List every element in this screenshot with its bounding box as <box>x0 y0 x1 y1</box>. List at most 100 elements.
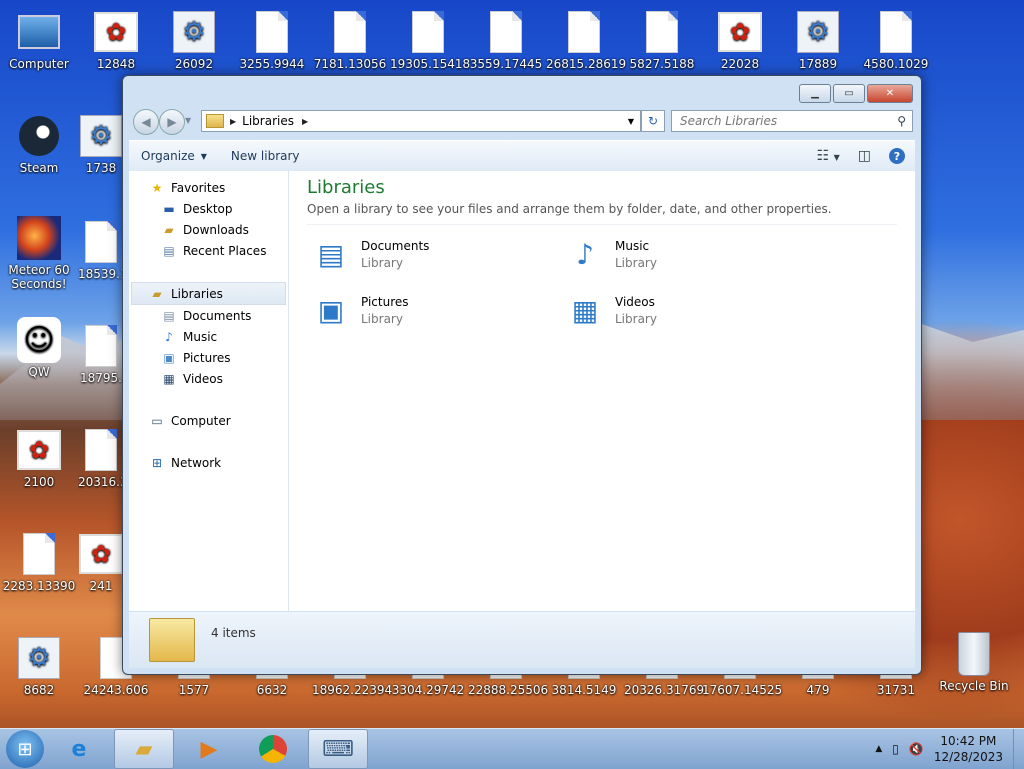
nav-videos[interactable]: ▦ Videos <box>129 368 288 389</box>
image-icon: ✿ <box>79 532 123 576</box>
change-view-button[interactable]: ☷ ▼ <box>817 148 840 164</box>
taskbar-media-player[interactable]: ▶ <box>180 730 238 768</box>
desktop-icon-label: 4580.1029 <box>863 57 929 71</box>
taskbar-windows-explorer[interactable]: ▰ <box>114 729 174 769</box>
maximize-button[interactable]: ▭ <box>833 84 865 103</box>
search-icon[interactable]: ⚲ <box>897 114 906 128</box>
nav-documents[interactable]: ▤ Documents <box>129 305 288 326</box>
desktop-icon-computer[interactable]: Computer <box>1 10 77 71</box>
back-button[interactable]: ◀ <box>133 109 159 135</box>
minimize-button[interactable]: ▁ <box>799 84 831 103</box>
clock-time: 10:42 PM <box>940 734 997 748</box>
settings-file-icon: ⚙ <box>172 10 216 54</box>
nav-music[interactable]: ♪ Music <box>129 326 288 347</box>
nav-recent-places[interactable]: ▤ Recent Places <box>129 240 288 261</box>
desktop-icon-12848[interactable]: ✿ 12848 <box>78 10 154 71</box>
desktop-icon-18539[interactable]: 18539.1 <box>78 220 124 281</box>
search-input[interactable] <box>678 113 892 129</box>
desktop-icon-label: 3255.9944 <box>239 57 305 71</box>
desktop-icon-label: 18795. <box>80 371 122 385</box>
refresh-icon: ↻ <box>647 114 659 128</box>
desktop-icon-recycle-bin[interactable]: Recycle Bin <box>936 632 1012 693</box>
library-videos[interactable]: ▦ Videos Library <box>561 289 815 331</box>
desktop-icon-5827[interactable]: 5827.5188 <box>624 10 700 71</box>
music-note-icon: ♪ <box>165 329 173 344</box>
breadcrumb-arrow-icon[interactable]: ▶ <box>230 117 236 126</box>
nav-desktop[interactable]: ▬ Desktop <box>129 198 288 219</box>
search-box[interactable]: ⚲ <box>671 110 913 132</box>
breadcrumb-libraries[interactable]: Libraries <box>242 114 294 128</box>
nav-label: Desktop <box>183 201 233 216</box>
close-button[interactable]: ✕ <box>867 84 913 103</box>
library-pictures[interactable]: ▣ Pictures Library <box>307 289 561 331</box>
recent-pages-dropdown[interactable]: ▼ <box>185 116 191 125</box>
taskbar-chrome[interactable] <box>244 730 302 768</box>
nav-libraries[interactable]: ▰ Libraries <box>131 282 286 305</box>
nav-label: Computer <box>171 413 231 428</box>
navigation-pane: ★ Favorites ▬ Desktop ▰ Downloads ▤ Recent P… <box>129 171 289 611</box>
address-bar[interactable]: ▶ Libraries ▶ ▼ <box>201 110 641 132</box>
page-subtitle: Open a library to see your files and arr… <box>307 202 897 225</box>
taskbar-on-screen-keyboard[interactable]: ⌨ <box>308 729 368 769</box>
nav-label: Pictures <box>183 350 231 365</box>
desktop-icon: ▬ <box>163 201 175 216</box>
address-dropdown-icon[interactable]: ▼ <box>628 117 634 126</box>
desktop-icon-label: 31731 <box>876 683 916 697</box>
nav-pictures[interactable]: ▣ Pictures <box>129 347 288 368</box>
taskbar-internet-explorer[interactable]: e <box>50 730 108 768</box>
desktop-icon-8682[interactable]: ⚙ 8682 <box>1 636 77 697</box>
desktop-icon-label: 6632 <box>256 683 288 697</box>
music-library-icon: ♪ <box>576 237 594 271</box>
desktop-icon-3559[interactable]: 3559.17445 <box>468 10 544 71</box>
network-status-icon[interactable]: ▯ <box>892 742 899 756</box>
help-button[interactable]: ? <box>889 148 905 164</box>
desktop-icon-steam[interactable]: Steam <box>1 114 77 175</box>
libraries-folder-icon <box>149 618 195 662</box>
desktop-icon-22028[interactable]: ✿ 22028 <box>702 10 778 71</box>
desktop-icon-241[interactable]: ✿ 241 <box>78 532 124 593</box>
start-button[interactable]: ⊞ <box>6 730 44 768</box>
details-pane: 4 items <box>129 612 915 668</box>
nav-label: Libraries <box>171 286 223 301</box>
desktop-icon-26815[interactable]: 26815.28619 <box>546 10 626 71</box>
clock[interactable]: 10:42 PM 12/28/2023 <box>934 733 1003 765</box>
desktop-icon-4580[interactable]: 4580.1029 <box>858 10 934 71</box>
show-desktop-button[interactable] <box>1013 729 1024 769</box>
desktop-icon-17889[interactable]: ⚙ 17889 <box>780 10 856 71</box>
page-title: Libraries <box>307 177 385 198</box>
nav-label: Favorites <box>171 180 226 195</box>
desktop-icon-19305[interactable]: 19305.15418 <box>390 10 470 71</box>
breadcrumb-arrow-icon[interactable]: ▶ <box>302 117 308 126</box>
nav-network[interactable]: ⊞ Network <box>129 452 288 473</box>
desktop-icon-label: 12848 <box>96 57 136 71</box>
desktop-icon-7181[interactable]: 7181.13056 <box>312 10 388 71</box>
desktop-icon-26092[interactable]: ⚙ 26092 <box>156 10 232 71</box>
desktop-icon-2100[interactable]: ✿ 2100 <box>1 428 77 489</box>
organize-button[interactable]: Organize ▼ <box>129 144 219 168</box>
windows-logo-icon: ⊞ <box>17 738 33 760</box>
nav-favorites[interactable]: ★ Favorites <box>129 177 288 198</box>
desktop-icon-1738[interactable]: ⚙ 1738 <box>78 114 124 175</box>
libraries-folder-icon <box>206 114 224 128</box>
desktop-icon-label: 26092 <box>174 57 214 71</box>
new-library-button[interactable]: New library <box>219 144 312 168</box>
nav-computer[interactable]: ▭ Computer <box>129 410 288 431</box>
forward-arrow-icon: ▶ <box>167 115 177 129</box>
desktop-icon-18795[interactable]: 18795. <box>78 324 124 385</box>
desktop-icon-3255[interactable]: 3255.9944 <box>234 10 310 71</box>
volume-muted-icon[interactable]: 🔇 <box>909 742 924 756</box>
desktop-icon-20316[interactable]: 20316.3 <box>78 428 124 489</box>
desktop-icon-2283[interactable]: 2283.13390 <box>1 532 77 593</box>
refresh-button[interactable]: ↻ <box>641 110 665 132</box>
library-documents[interactable]: ▤ Documents Library <box>307 233 561 275</box>
show-hidden-icons-icon[interactable]: ▲ <box>875 744 882 754</box>
desktop-icon-qw[interactable]: ☺ QW <box>1 317 77 379</box>
preview-pane-button[interactable]: ◫ <box>858 148 871 164</box>
library-music[interactable]: ♪ Music Library <box>561 233 815 275</box>
title-bar[interactable]: ▁ ▭ ✕ <box>123 76 921 108</box>
desktop-icon-meteor[interactable]: Meteor 60 Seconds! <box>1 216 77 291</box>
nav-downloads[interactable]: ▰ Downloads <box>129 219 288 240</box>
forward-button[interactable]: ▶ <box>159 109 185 135</box>
documents-icon: ▤ <box>163 308 175 323</box>
new-library-label: New library <box>230 149 300 163</box>
